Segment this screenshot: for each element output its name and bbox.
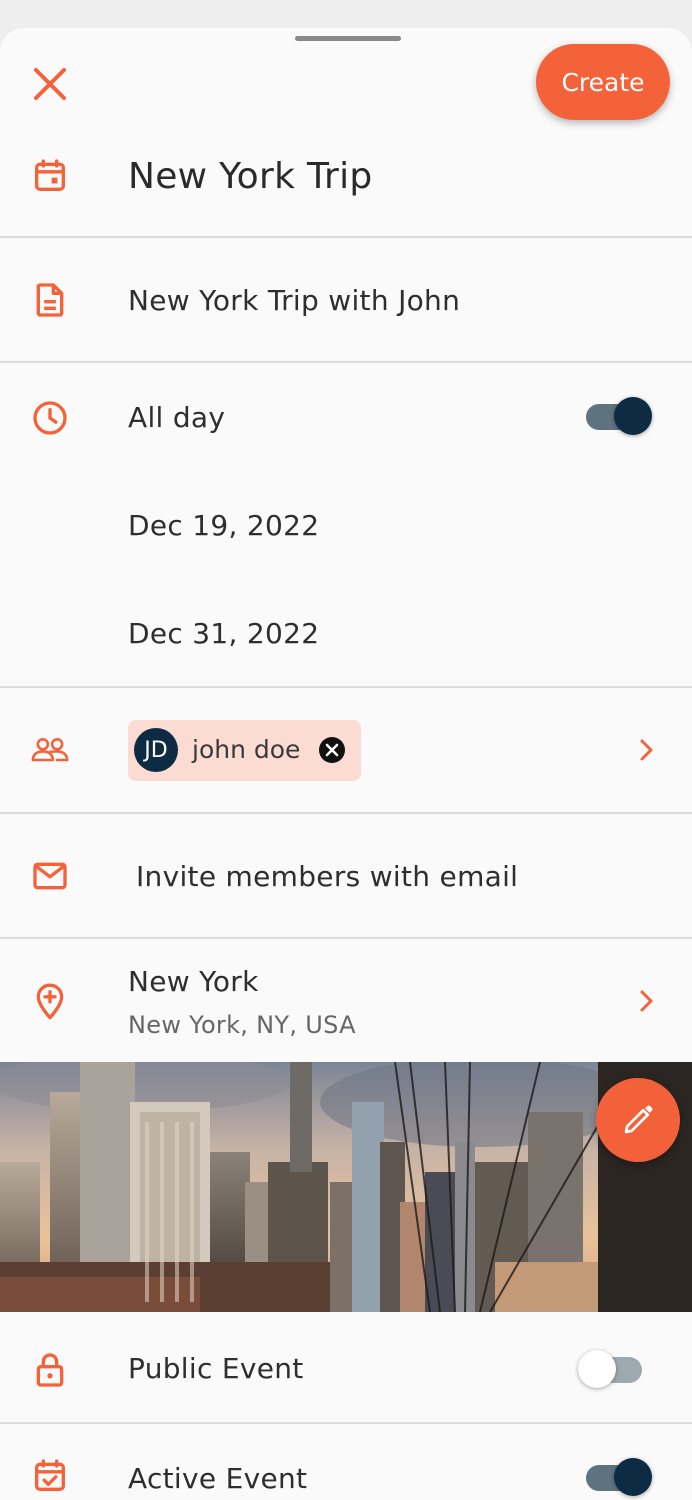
active-event-toggle[interactable] — [584, 1458, 652, 1498]
member-name: john doe — [192, 735, 301, 764]
title-row[interactable]: New York Trip — [0, 138, 692, 236]
location-address: New York, NY, USA — [128, 1011, 356, 1039]
edit-image-button[interactable] — [596, 1078, 680, 1162]
toggle-thumb — [614, 1458, 652, 1496]
create-button[interactable]: Create — [536, 44, 670, 120]
toggle-thumb — [578, 1350, 616, 1388]
pencil-icon — [624, 1105, 653, 1134]
create-event-sheet: Create New York Trip New York Trip with … — [0, 28, 692, 1500]
location-row[interactable]: New York New York, NY, USA — [0, 939, 692, 1062]
calendar-check-icon — [28, 1454, 72, 1498]
all-day-label: All day — [128, 401, 226, 434]
location-pin-icon — [28, 979, 72, 1023]
member-chip[interactable]: JD john doe — [128, 720, 361, 781]
members-row[interactable]: JD john doe — [0, 688, 692, 812]
document-icon — [28, 278, 72, 322]
mail-icon — [28, 854, 72, 898]
clock-icon — [28, 396, 72, 440]
drag-handle[interactable] — [295, 36, 401, 41]
start-date[interactable]: Dec 19, 2022 — [128, 509, 319, 542]
all-day-toggle[interactable] — [584, 397, 652, 437]
active-event-row: Active Event — [0, 1424, 692, 1500]
chevron-right-icon[interactable] — [630, 985, 662, 1017]
active-event-label: Active Event — [128, 1462, 308, 1495]
remove-member-icon[interactable] — [318, 736, 346, 764]
description-row[interactable]: New York Trip with John — [0, 238, 692, 361]
toggle-thumb — [614, 397, 652, 435]
invite-members-label[interactable]: Invite members with email — [136, 860, 518, 893]
people-icon — [28, 728, 72, 772]
date-section: All day Dec 19, 2022 Dec 31, 2022 — [0, 363, 692, 686]
location-name: New York — [128, 965, 259, 998]
lock-icon — [28, 1348, 72, 1392]
public-event-label: Public Event — [128, 1352, 304, 1385]
end-date[interactable]: Dec 31, 2022 — [128, 617, 319, 650]
public-event-row: Public Event — [0, 1314, 692, 1422]
invite-row[interactable]: Invite members with email — [0, 814, 692, 937]
close-icon[interactable] — [28, 62, 72, 106]
chevron-right-icon[interactable] — [630, 734, 662, 766]
avatar: JD — [134, 728, 178, 772]
event-cover-image — [0, 1062, 692, 1312]
public-event-toggle[interactable] — [578, 1350, 650, 1390]
event-title[interactable]: New York Trip — [128, 156, 373, 197]
calendar-icon — [28, 154, 72, 198]
event-description[interactable]: New York Trip with John — [128, 284, 460, 317]
